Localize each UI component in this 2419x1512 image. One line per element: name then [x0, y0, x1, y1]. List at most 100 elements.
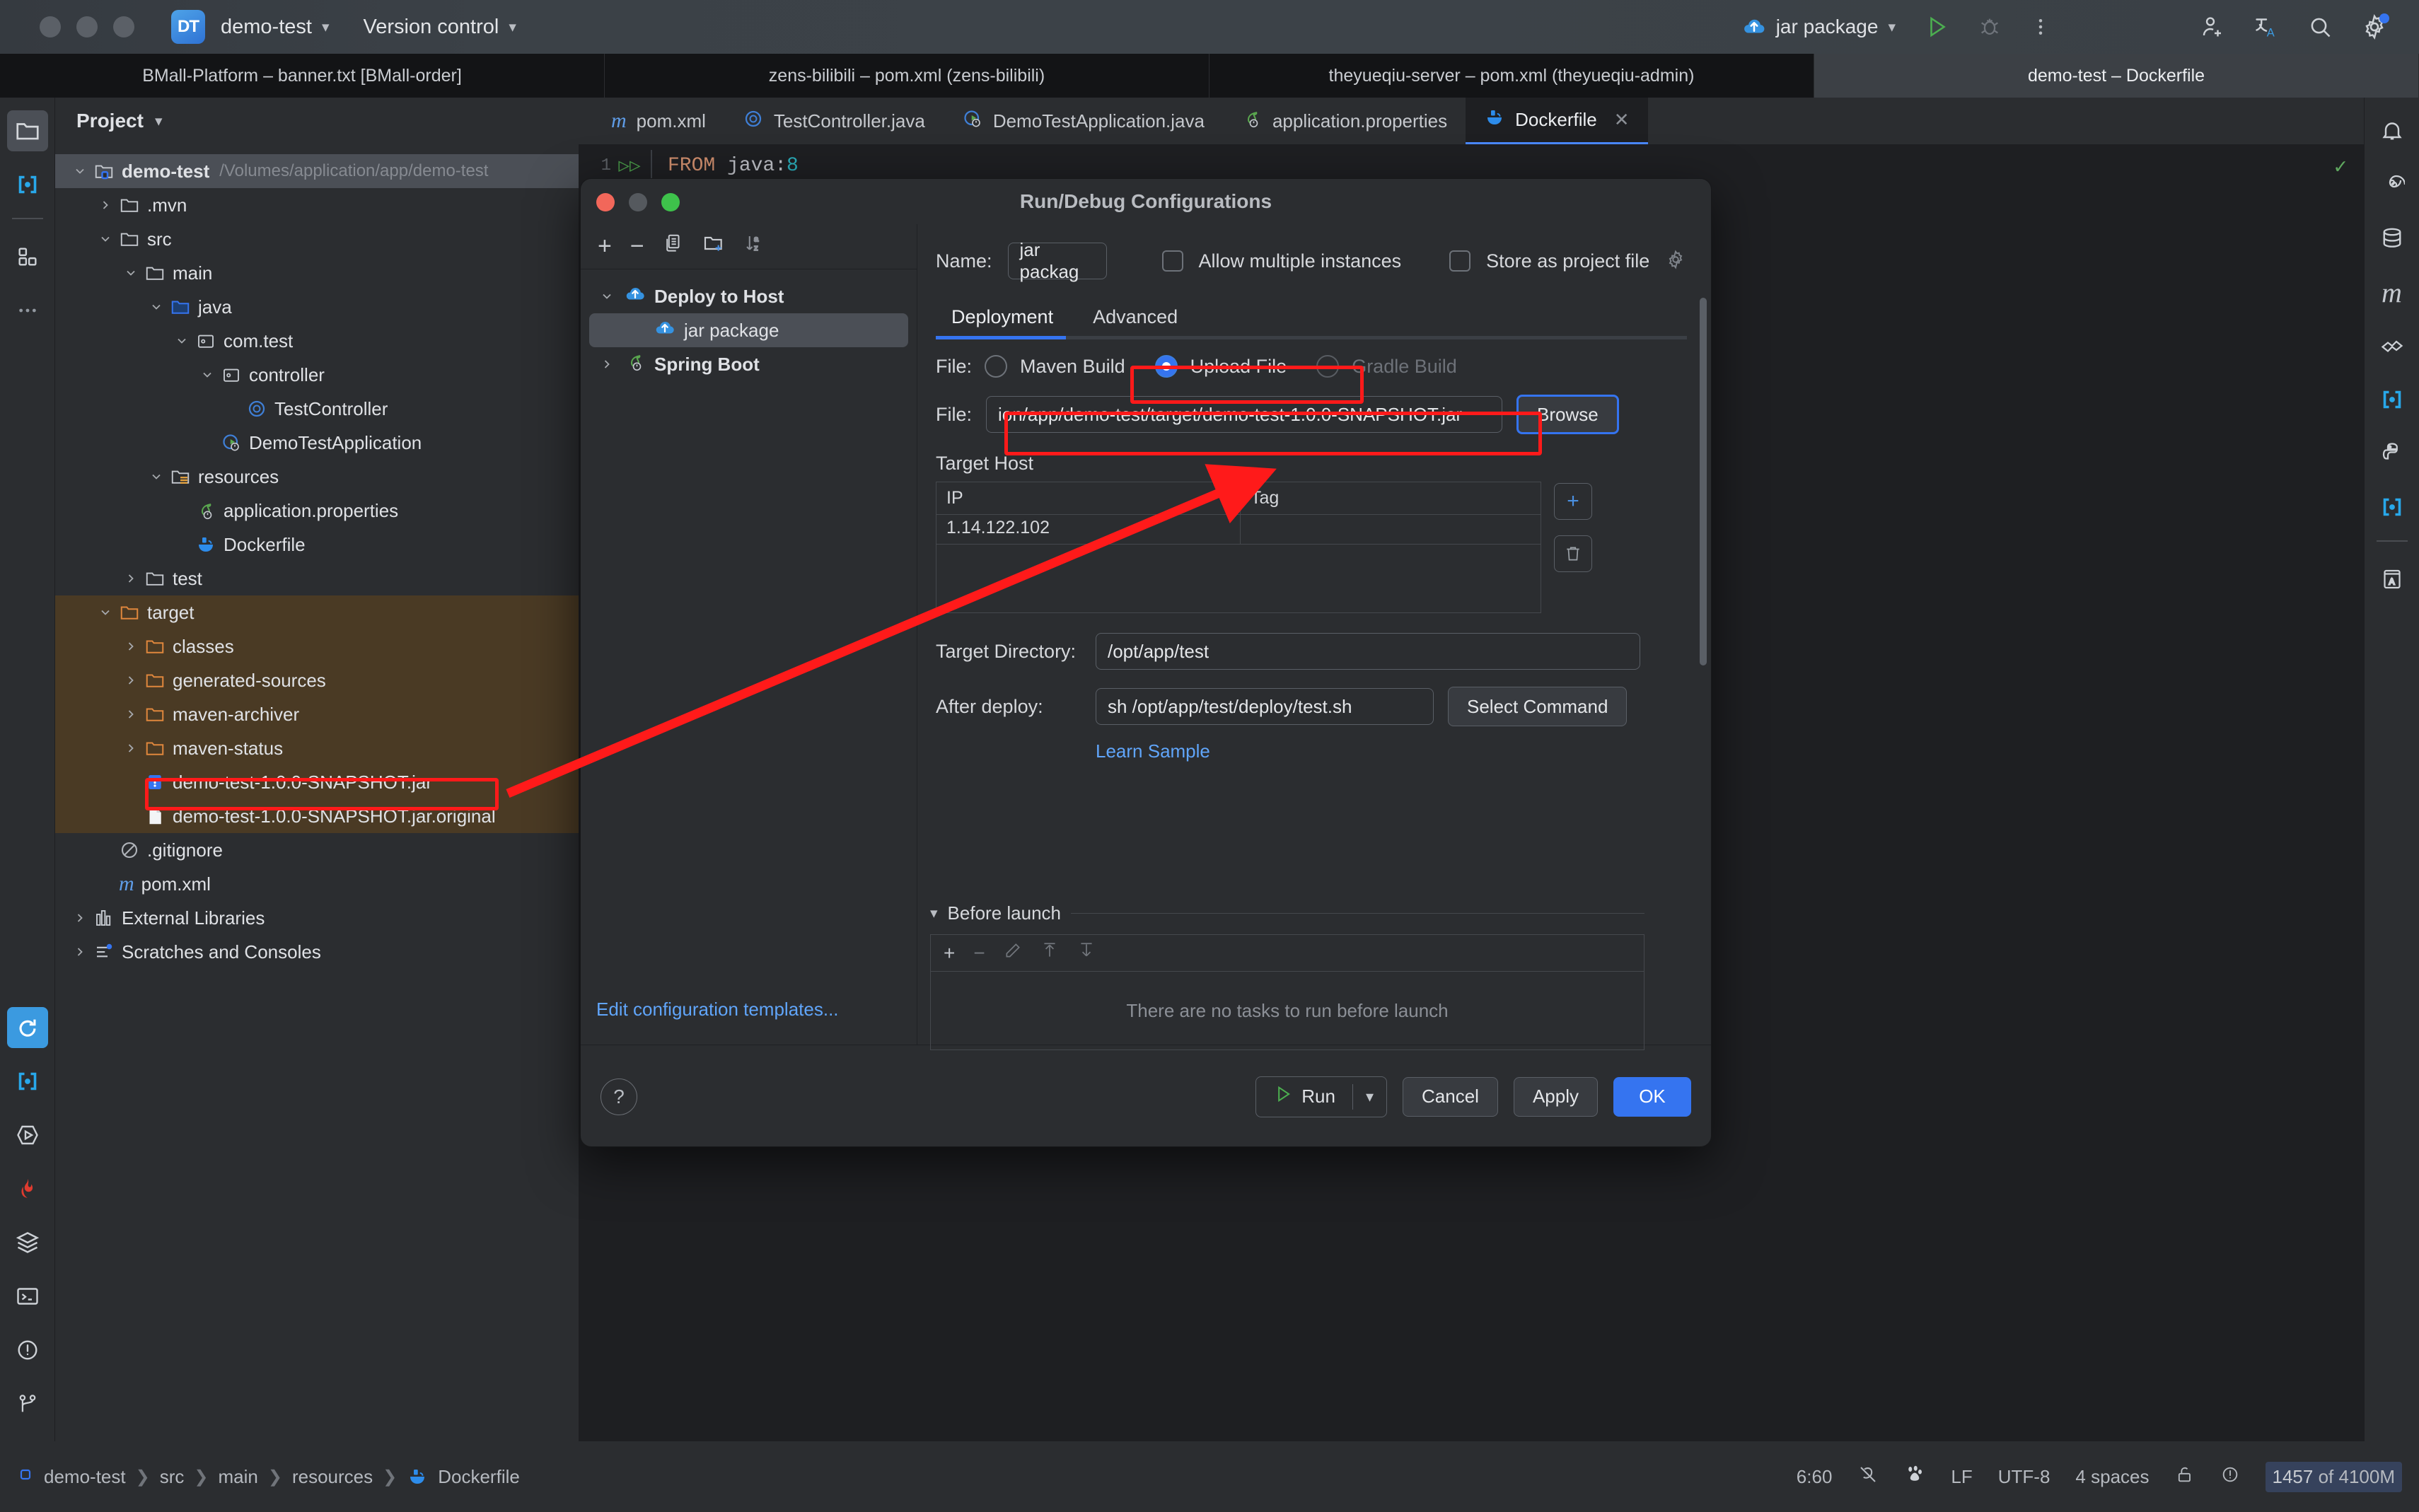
breadcrumb[interactable]: demo-test❯src❯main❯resources❯Dockerfile [17, 1466, 520, 1488]
run-button-main[interactable]: Run [1256, 1084, 1352, 1109]
tree-item-src[interactable]: src [55, 222, 579, 256]
config-item-deploy-to-host[interactable]: Deploy to Host [589, 279, 908, 313]
ai-assistant-icon[interactable] [2372, 164, 2413, 205]
breadcrumb-item[interactable]: Dockerfile [438, 1466, 520, 1488]
project-name-menu[interactable]: demo-test ▾ [221, 16, 330, 39]
translate-icon[interactable]: A [2253, 14, 2279, 40]
tree-item-demotestapplication[interactable]: DemoTestApplication [55, 426, 579, 460]
sort-configurations-icon[interactable]: az [743, 233, 765, 260]
window-tab[interactable]: BMall-Platform – banner.txt [BMall-order… [0, 54, 605, 98]
chevron-right-icon[interactable] [96, 198, 115, 212]
run-icon[interactable] [1924, 14, 1949, 40]
breadcrumb-item[interactable]: demo-test [44, 1466, 126, 1488]
maximize-window-button[interactable] [113, 16, 134, 37]
dialog-scrollbar[interactable] [1700, 298, 1707, 955]
upload-file-radio[interactable] [1155, 355, 1178, 378]
chevron-down-icon[interactable] [96, 605, 115, 620]
tab-deployment[interactable]: Deployment [936, 301, 1069, 339]
database-icon[interactable] [2372, 218, 2413, 259]
tree-item-demo-test-1-0-0-snapshot-jar[interactable]: demo-test-1.0.0-SNAPSHOT.jar [55, 765, 579, 799]
chevron-right-icon[interactable] [71, 911, 89, 925]
tree-item-maven-archiver[interactable]: maven-archiver [55, 697, 579, 731]
editor-tab-dockerfile[interactable]: Dockerfile✕ [1466, 98, 1647, 144]
tree-item-target[interactable]: target [55, 595, 579, 629]
chevron-right-icon[interactable] [122, 741, 140, 755]
tree-item-com-test[interactable]: com.test [55, 324, 579, 358]
chevron-down-icon[interactable]: ▾ [155, 112, 163, 130]
close-window-button[interactable] [40, 16, 61, 37]
version-control-menu[interactable]: Version control ▾ [364, 16, 516, 39]
allow-multiple-instances-checkbox[interactable] [1162, 250, 1183, 272]
editor-tabs-bar[interactable]: mpom.xmlTestController.javaDemoTestAppli… [579, 98, 2364, 144]
bookmarks-icon[interactable] [2372, 487, 2413, 528]
tree-item-demo-test[interactable]: demo-test/Volumes/application/app/demo-t… [55, 154, 579, 188]
tree-item-external-libraries[interactable]: External Libraries [55, 901, 579, 935]
config-item-jar-package[interactable]: jar package [589, 313, 908, 347]
file-encoding[interactable]: UTF-8 [1998, 1466, 2050, 1488]
target-host-table[interactable]: IP Tag 1.14.122.102 [936, 482, 1541, 613]
memory-indicator[interactable]: 1457 of 4100M [2266, 1462, 2403, 1492]
minimize-window-button[interactable] [76, 16, 98, 37]
chevron-down-icon[interactable] [122, 266, 140, 280]
add-configuration-icon[interactable]: + [598, 233, 612, 260]
tab-advanced[interactable]: Advanced [1077, 301, 1193, 339]
sidebar-item-cloud-deploy[interactable] [7, 1007, 48, 1048]
notifications-bell-icon[interactable] [2372, 110, 2413, 151]
tree-item-controller[interactable]: controller [55, 358, 579, 392]
chevron-down-icon[interactable] [598, 289, 616, 303]
problems-icon[interactable] [2220, 1465, 2240, 1489]
tree-item-java[interactable]: java [55, 290, 579, 324]
sidebar-item-commit[interactable] [7, 164, 48, 205]
python-packages-icon[interactable] [2372, 433, 2413, 474]
sidebar-item-project[interactable] [7, 110, 48, 151]
table-row[interactable]: 1.14.122.102 [936, 515, 1541, 545]
learn-sample-link[interactable]: Learn Sample [1096, 740, 1210, 762]
run-button[interactable]: Run ▾ [1255, 1076, 1387, 1117]
breadcrumb-item[interactable]: main [219, 1466, 258, 1488]
browse-button[interactable]: Browse [1516, 395, 1619, 434]
chevron-right-icon[interactable] [122, 571, 140, 586]
new-folder-icon[interactable] [702, 232, 725, 261]
commit-icon[interactable] [2372, 379, 2413, 420]
line-separator[interactable]: LF [1951, 1466, 1972, 1488]
settings-gear-icon[interactable] [2361, 13, 2388, 40]
chevron-right-icon[interactable] [71, 945, 89, 959]
edit-configuration-templates-link[interactable]: Edit configuration templates... [596, 999, 839, 1020]
window-tab[interactable]: zens-bilibili – pom.xml (zens-bilibili) [605, 54, 1210, 98]
configurations-tree[interactable]: Deploy to Hostjar packageSpring Boot [581, 269, 917, 974]
ok-check-icon[interactable]: ✓ [2334, 154, 2347, 180]
add-user-icon[interactable] [2200, 14, 2225, 40]
run-configuration-selector[interactable]: jar package ▾ [1742, 15, 1896, 39]
tree-item-pom-xml[interactable]: mpom.xml [55, 867, 579, 901]
delete-host-button[interactable] [1554, 535, 1592, 572]
chevron-right-icon[interactable] [122, 639, 140, 653]
inspections-off-icon[interactable] [1857, 1464, 1879, 1490]
translation-icon[interactable]: A [2372, 559, 2413, 600]
sidebar-item-run-anything[interactable] [7, 1115, 48, 1156]
file-path-input[interactable]: ion/app/demo-test/target/demo-test-1.0.0… [986, 396, 1502, 433]
ok-button[interactable]: OK [1613, 1077, 1691, 1117]
window-tab[interactable]: theyueqiu-server – pom.xml (theyueqiu-ad… [1210, 54, 1814, 98]
help-button[interactable]: ? [601, 1078, 637, 1115]
sidebar-item-commit-bottom[interactable] [7, 1061, 48, 1102]
editor-tab-application-properties[interactable]: application.properties [1223, 98, 1466, 144]
caret-position[interactable]: 6:60 [1797, 1466, 1833, 1488]
chevron-down-icon[interactable] [96, 232, 115, 246]
debug-icon[interactable] [1978, 15, 2002, 39]
maven-icon[interactable]: m [2372, 272, 2413, 313]
tree-item-application-properties[interactable]: application.properties [55, 494, 579, 528]
select-command-button[interactable]: Select Command [1448, 687, 1627, 726]
cancel-button[interactable]: Cancel [1403, 1077, 1498, 1117]
column-header-ip[interactable]: IP [936, 482, 1241, 514]
tree-item-generated-sources[interactable]: generated-sources [55, 663, 579, 697]
tree-item-scratches-and-consoles[interactable]: Scratches and Consoles [55, 935, 579, 969]
run-gutter-icon[interactable]: ▷▷ [611, 155, 648, 177]
column-header-tag[interactable]: Tag [1241, 482, 1541, 514]
lock-icon[interactable] [2175, 1465, 2195, 1489]
tree-item-test[interactable]: test [55, 562, 579, 595]
project-badge[interactable]: DT [171, 10, 205, 44]
chevron-right-icon[interactable] [122, 707, 140, 721]
sidebar-item-more-tools[interactable] [7, 290, 48, 331]
tree-item-classes[interactable]: classes [55, 629, 579, 663]
sidebar-item-problems[interactable] [7, 1330, 48, 1371]
